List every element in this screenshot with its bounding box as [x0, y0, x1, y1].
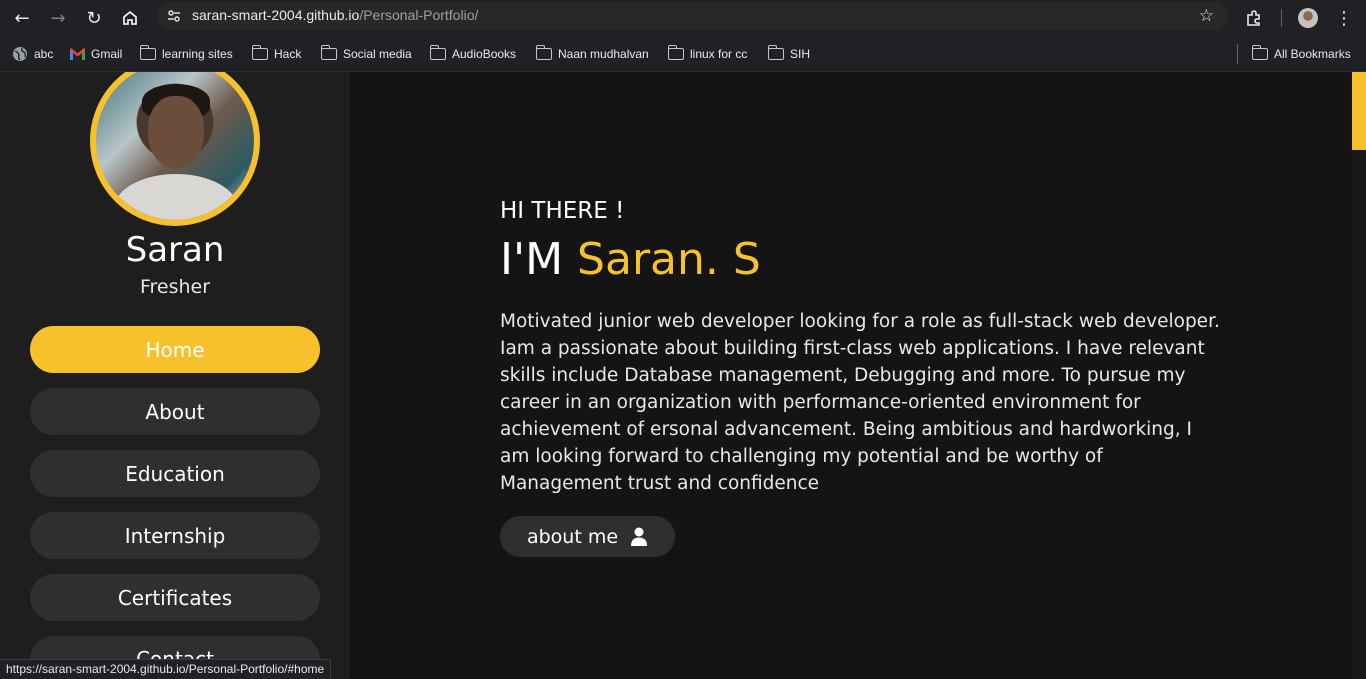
url-host: saran-smart-2004.github.io: [192, 7, 360, 23]
bookmark-label: AudioBooks: [452, 47, 517, 61]
folder-icon: [535, 45, 552, 60]
url-text: saran-smart-2004.github.io/Personal-Port…: [192, 7, 478, 23]
bookmark-label: Gmail: [91, 47, 123, 61]
about-me-button[interactable]: about me: [500, 516, 675, 557]
bio-paragraph: Motivated junior web developer looking f…: [500, 311, 1220, 494]
main-content: HI THERE ! I'M Saran. S Motivated junior…: [350, 72, 1352, 679]
extensions-icon[interactable]: [1240, 4, 1268, 32]
url-path: /Personal-Portfolio/: [359, 7, 479, 23]
folder-icon: [767, 45, 784, 60]
toolbar-divider: [1281, 9, 1282, 27]
bookmark-label: learning sites: [162, 47, 233, 61]
headline-name: Saran. S: [577, 234, 761, 285]
status-url: https://saran-smart-2004.github.io/Perso…: [0, 659, 332, 679]
folder-icon: [320, 45, 337, 60]
address-bar[interactable]: saran-smart-2004.github.io/Personal-Port…: [158, 1, 1228, 31]
bookmark-hack[interactable]: Hack: [251, 44, 302, 64]
forward-arrow-icon[interactable]: →: [44, 4, 72, 32]
headline: I'M Saran. S: [500, 234, 761, 285]
scrollbar-track[interactable]: [1352, 72, 1366, 679]
bookmark-abc[interactable]: abc: [12, 44, 53, 64]
folder-icon: [139, 45, 156, 60]
greeting: HI THERE !: [500, 198, 625, 224]
bookmark-sih[interactable]: SIH: [767, 44, 811, 64]
folder-icon: [429, 45, 446, 60]
bookmark-learning-sites[interactable]: learning sites: [139, 44, 233, 64]
all-bookmarks[interactable]: All Bookmarks: [1251, 44, 1351, 64]
more-menu-icon[interactable]: ⋮: [1330, 4, 1358, 32]
bookmark-label: Naan mudhalvan: [558, 47, 649, 61]
bookmark-label: linux for cc: [690, 47, 748, 61]
bookmarks-bar: abc Gmail learning sites Hack Social med…: [0, 36, 1366, 72]
all-bookmarks-label: All Bookmarks: [1274, 47, 1351, 61]
bookmark-social-media[interactable]: Social media: [320, 44, 412, 64]
bookmark-label: abc: [34, 47, 54, 61]
bookmark-label: Social media: [343, 47, 412, 61]
home-icon[interactable]: [116, 4, 144, 32]
bookmark-label: Hack: [274, 47, 302, 61]
profile-role: Fresher: [139, 276, 211, 298]
scrollbar-thumb[interactable]: [1352, 72, 1366, 150]
nav-education-button[interactable]: Education: [30, 450, 320, 497]
nav-internship-button[interactable]: Internship: [30, 512, 320, 559]
bookmark-naan-mudhalvan[interactable]: Naan mudhalvan: [535, 44, 649, 64]
nav-home-button[interactable]: Home: [30, 326, 320, 373]
bookmark-linux-for-cc[interactable]: linux for cc: [667, 44, 748, 64]
bookmark-star-icon[interactable]: ☆: [1199, 6, 1214, 26]
avatar: [90, 72, 260, 226]
gmail-icon: [70, 48, 85, 60]
profile-name: Saran: [125, 230, 225, 270]
browser-toolbar: ← → ↻ saran-smart-2004.github.io/Persona…: [0, 0, 1366, 36]
bookmarks-divider: [1237, 44, 1238, 64]
nav-certificates-button[interactable]: Certificates: [30, 574, 320, 621]
bookmark-audiobooks[interactable]: AudioBooks: [429, 44, 517, 64]
user-icon: [631, 527, 648, 546]
folder-icon: [1251, 45, 1268, 60]
globe-icon: [13, 47, 27, 61]
headline-prefix: I'M: [500, 234, 564, 285]
folder-icon: [251, 45, 268, 60]
profile-avatar-icon[interactable]: [1294, 4, 1322, 32]
about-me-label: about me: [526, 525, 619, 548]
folder-icon: [667, 45, 684, 60]
site-info-icon[interactable]: [166, 8, 182, 24]
nav-about-button[interactable]: About: [30, 388, 320, 435]
bookmark-label: SIH: [790, 47, 811, 61]
reload-icon[interactable]: ↻: [80, 4, 108, 32]
bookmark-gmail[interactable]: Gmail: [70, 44, 122, 64]
back-arrow-icon[interactable]: ←: [8, 4, 36, 32]
sidebar: Saran Fresher Home About Education Inter…: [0, 72, 350, 679]
